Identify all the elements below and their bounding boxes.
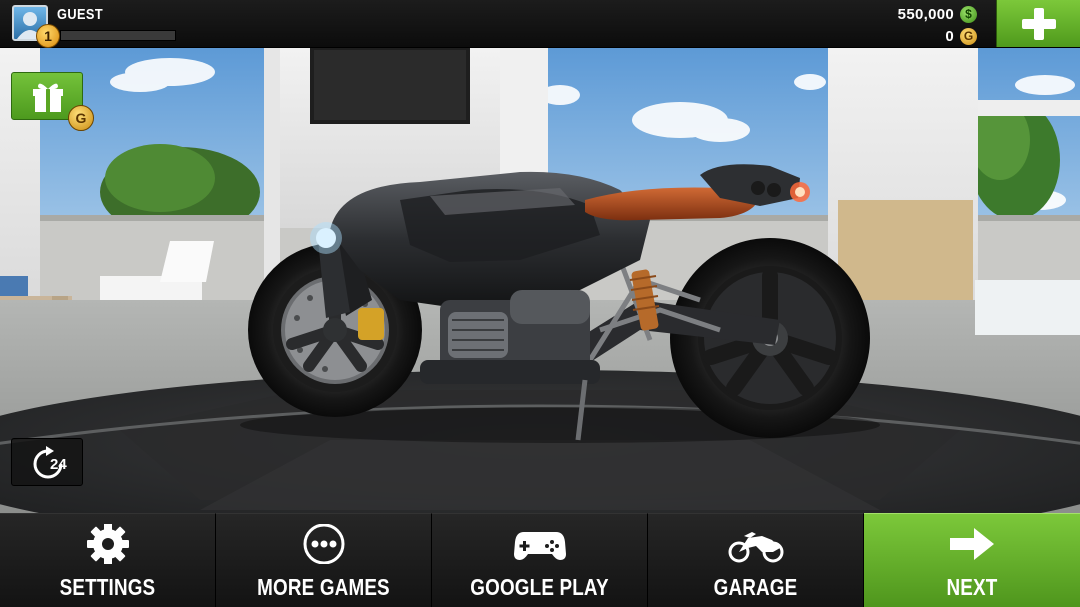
settings-button[interactable]: SETTINGS — [0, 513, 216, 607]
garage-label: GARAGE — [713, 574, 798, 600]
settings-label: SETTINGS — [59, 574, 156, 600]
motorcycle-icon — [728, 532, 783, 563]
bottom-navigation: SETTINGS MORE GAMES GOOGLE PLAY GARAGE N… — [0, 513, 1080, 607]
plus-icon — [1022, 8, 1056, 40]
daily-timer-button[interactable]: 24 — [11, 438, 83, 486]
player-name: GUEST — [57, 6, 104, 23]
more-games-label: MORE GAMES — [257, 574, 390, 600]
google-play-button[interactable]: GOOGLE PLAY — [432, 513, 648, 607]
gift-icon — [33, 83, 63, 112]
level-badge: 1 — [36, 24, 60, 48]
more-games-button[interactable]: MORE GAMES — [216, 513, 432, 607]
cash-display: 550,000 $ — [898, 4, 977, 24]
more-dots-icon — [303, 524, 344, 564]
google-play-label: GOOGLE PLAY — [470, 574, 609, 600]
garage-button[interactable]: GARAGE — [648, 513, 864, 607]
gold-coin-icon: G — [960, 27, 977, 45]
gamepad-icon — [513, 532, 566, 560]
xp-progress-bar — [60, 30, 176, 41]
arrow-right-icon — [950, 528, 994, 560]
gift-gold-coin-icon: G — [68, 105, 94, 131]
gold-display: 0 G — [945, 26, 977, 46]
gear-icon — [86, 524, 129, 564]
cash-amount: 550,000 — [897, 5, 954, 23]
next-label: NEXT — [946, 574, 998, 600]
gold-amount: 0 — [945, 27, 954, 45]
next-button[interactable]: NEXT — [864, 513, 1080, 607]
cash-coin-icon: $ — [960, 5, 977, 23]
add-currency-button[interactable] — [996, 0, 1080, 47]
top-bar: 1 GUEST 550,000 $ 0 G — [0, 0, 1080, 48]
timer-label: 24 — [50, 456, 67, 473]
